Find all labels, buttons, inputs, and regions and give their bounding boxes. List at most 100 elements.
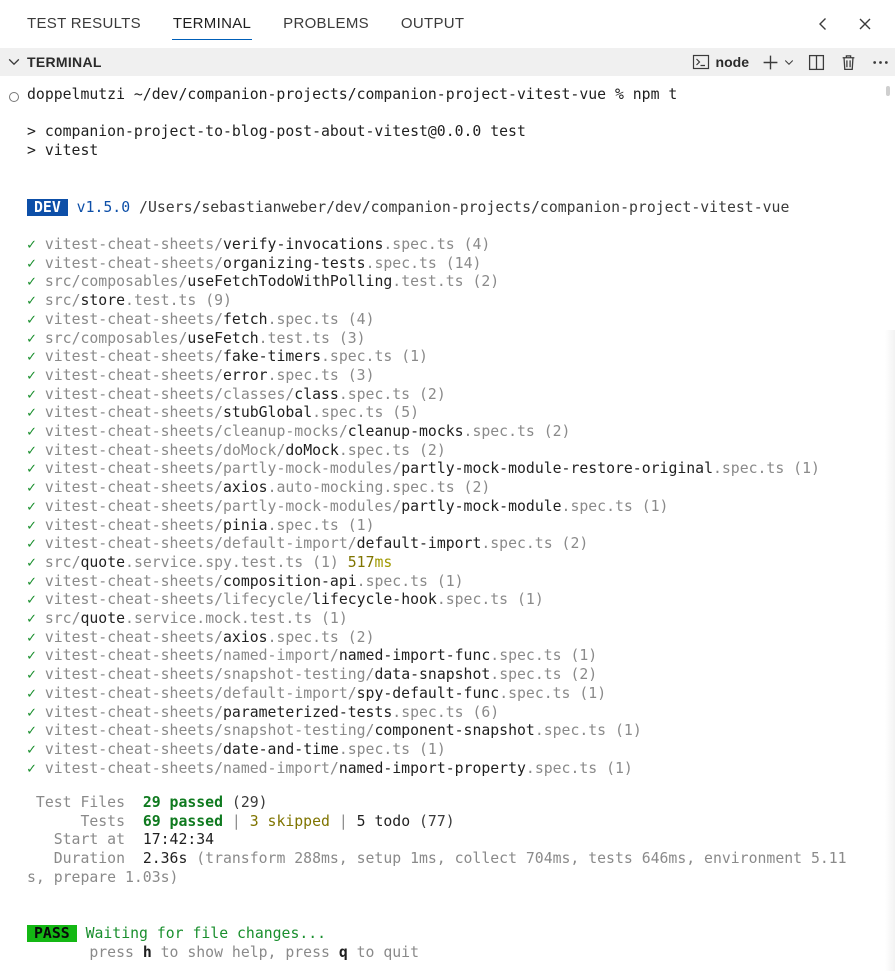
test-file-name: partly-mock-module: [401, 497, 562, 515]
test-count: (1): [561, 647, 598, 665]
tab-terminal[interactable]: TERMINAL: [157, 0, 267, 48]
trash-icon[interactable]: [837, 51, 859, 73]
test-count: (14): [436, 254, 482, 272]
check-icon: ✓: [27, 740, 36, 758]
test-count: (1): [410, 740, 446, 758]
test-count: (9): [196, 292, 232, 310]
test-file-row: ✓ vitest-cheat-sheets/snapshot-testing/d…: [27, 666, 597, 685]
summary-duration: Duration 2.36s (transform 288ms, setup 1…: [27, 850, 847, 867]
test-file-ext: .spec.ts: [365, 254, 437, 272]
check-icon: ✓: [27, 366, 36, 384]
check-icon: ✓: [27, 703, 36, 721]
test-file-ext: .spec.ts: [356, 572, 428, 590]
test-count: (1): [427, 572, 464, 590]
check-icon: ✓: [27, 516, 36, 534]
test-file-row: ✓ vitest-cheat-sheets/classes/class.spec…: [27, 386, 446, 405]
test-file-dir: vitest-cheat-sheets/named-import/: [44, 759, 339, 777]
panel-title: TERMINAL: [27, 54, 102, 70]
test-file-row: ✓ vitest-cheat-sheets/parameterized-test…: [27, 704, 499, 723]
test-file-name: doMock: [285, 441, 339, 459]
test-file-dir: vitest-cheat-sheets/: [44, 254, 224, 272]
tab-output[interactable]: OUTPUT: [385, 0, 480, 48]
check-icon: ✓: [27, 273, 36, 291]
test-count: (2): [338, 628, 375, 646]
tab-test-results[interactable]: TEST RESULTS: [0, 0, 157, 48]
test-file-name: useFetch: [187, 329, 259, 347]
test-file-row: ✓ vitest-cheat-sheets/named-import/named…: [27, 647, 597, 666]
check-icon: ✓: [27, 628, 36, 646]
test-file-dir: vitest-cheat-sheets/: [44, 703, 224, 721]
split-terminal-icon[interactable]: [805, 51, 827, 73]
test-file-name: cleanup-mocks: [347, 423, 464, 440]
test-file-ext: .auto-mocking.spec.ts: [267, 479, 455, 497]
test-file-dir: vitest-cheat-sheets/: [44, 516, 224, 534]
test-count: (1): [338, 516, 375, 534]
tab-problems[interactable]: PROBLEMS: [267, 0, 385, 48]
terminal-output[interactable]: doppelmutzi ~/dev/companion-projects/com…: [0, 76, 895, 971]
test-file-name: fetch: [223, 310, 268, 328]
test-file-dir: vitest-cheat-sheets/snapshot-testing/: [44, 722, 375, 740]
test-count: (2): [410, 441, 446, 459]
test-file-name: named-import-property: [338, 759, 526, 777]
test-count: (1): [597, 759, 633, 777]
script-line: > companion-project-to-blog-post-about-v…: [27, 123, 526, 140]
test-file-name: data-snapshot: [374, 666, 491, 684]
summary-start: Start at 17:42:34: [27, 831, 215, 848]
summary-files: Test Files 29 passed (29): [27, 794, 268, 811]
plus-icon[interactable]: [759, 51, 781, 73]
close-icon[interactable]: [855, 14, 875, 34]
test-file-name: verify-invocations: [223, 236, 384, 253]
chevron-down-icon[interactable]: [783, 51, 795, 73]
test-file-name: date-and-time: [223, 740, 339, 758]
test-count: (1): [570, 684, 607, 702]
check-icon: ✓: [27, 441, 36, 459]
test-file-ext: .spec.ts: [463, 423, 535, 440]
pass-badge: PASS: [27, 925, 77, 942]
test-file-name: partly-mock-module-restore-original: [401, 460, 713, 478]
test-file-row: ✓ vitest-cheat-sheets/stubGlobal.spec.ts…: [27, 404, 419, 423]
test-file-ext: .spec.ts: [267, 628, 339, 646]
test-count: (4): [338, 310, 375, 328]
test-file-name: axios: [223, 479, 268, 497]
vitest-version: v1.5.0: [76, 199, 131, 216]
more-actions-icon[interactable]: [869, 51, 891, 73]
test-file-ext: .spec.ts: [312, 404, 384, 422]
tab-actions: [813, 14, 895, 34]
test-file-ext: .spec.ts: [338, 740, 411, 758]
check-icon: ✓: [27, 329, 36, 347]
test-file-name: quote: [80, 553, 126, 571]
terminal-scrollbar[interactable]: [886, 86, 890, 96]
test-count: (1): [303, 553, 348, 571]
chevron-down-icon[interactable]: [7, 55, 21, 69]
test-file-name: pinia: [223, 516, 268, 534]
test-file-name: named-import-func: [338, 647, 491, 665]
test-file-name: quote: [80, 610, 126, 627]
check-icon: ✓: [27, 572, 36, 590]
prompt-line: doppelmutzi ~/dev/companion-projects/com…: [27, 86, 678, 103]
test-file-name: organizing-tests: [223, 254, 366, 272]
check-icon: ✓: [27, 722, 36, 740]
test-file-name: component-snapshot: [374, 722, 535, 740]
test-file-name: useFetchTodoWithPolling: [187, 273, 393, 291]
test-file-name: stubGlobal: [223, 404, 313, 422]
test-file-dir: vitest-cheat-sheets/: [44, 404, 224, 422]
test-file-dir: vitest-cheat-sheets/: [44, 479, 224, 497]
chevron-left-icon[interactable]: [813, 14, 833, 34]
test-file-ext: .spec.ts: [534, 722, 607, 740]
test-file-dir: vitest-cheat-sheets/classes/: [44, 385, 295, 403]
test-file-dir: vitest-cheat-sheets/lifecycle/: [44, 591, 313, 609]
test-file-ext: .spec.ts: [499, 684, 571, 702]
test-file-row: ✓ vitest-cheat-sheets/named-import/named…: [27, 760, 633, 779]
test-count: (1): [392, 348, 428, 366]
test-count: (3): [338, 366, 375, 384]
dev-header-line: DEV v1.5.0 /Users/sebastianweber/dev/com…: [27, 199, 789, 218]
terminal-selector[interactable]: node: [692, 53, 749, 71]
test-file-ext: .spec.ts: [490, 666, 562, 684]
test-file-row: ✓ vitest-cheat-sheets/error.spec.ts (3): [27, 367, 374, 386]
check-icon: ✓: [27, 460, 36, 478]
check-icon: ✓: [27, 423, 36, 440]
test-count: (3): [329, 329, 366, 347]
test-file-ext: .test.ts: [125, 292, 197, 310]
test-file-row: ✓ vitest-cheat-sheets/default-import/def…: [27, 535, 588, 554]
check-icon: ✓: [27, 236, 36, 253]
